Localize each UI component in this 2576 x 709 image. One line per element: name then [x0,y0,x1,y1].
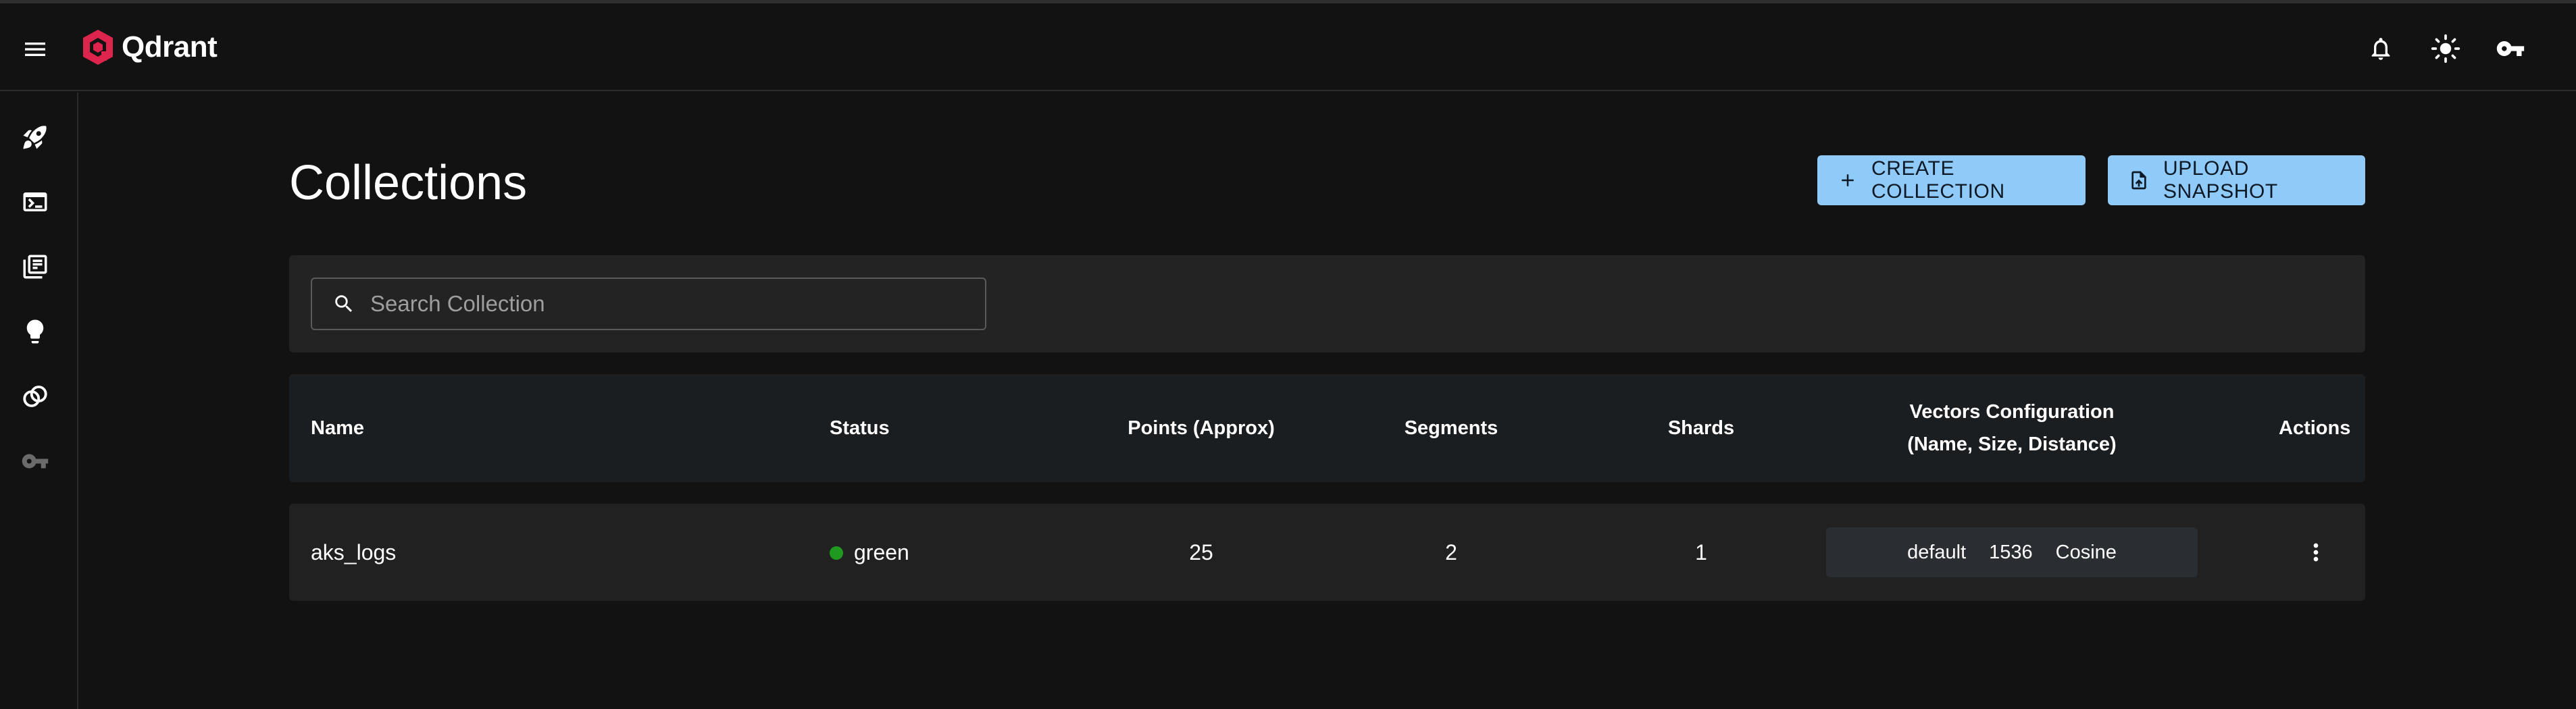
status-dot [830,546,843,560]
sidebar-item-collections[interactable] [14,245,57,288]
collection-name[interactable]: aks_logs [311,537,396,567]
row-actions-button[interactable] [2296,532,2336,573]
api-key-button[interactable] [2490,28,2531,69]
search-field[interactable] [311,278,986,330]
collection-points: 25 [1189,540,1213,564]
search-input[interactable] [369,290,963,317]
collection-segments: 2 [1445,540,1457,564]
sidebar-item-welcome[interactable] [14,115,57,159]
qdrant-logo[interactable]: Qdrant [81,26,218,68]
file-upload-icon [2128,169,2150,191]
sidebar-item-access-tokens[interactable] [14,440,57,483]
menu-button[interactable] [15,29,55,70]
column-header-actions: Actions [2279,417,2351,439]
rocket-icon [23,126,47,149]
search-panel [289,255,2365,352]
sidebar [0,93,78,709]
column-header-vectors-line2: (Name, Size, Distance) [1907,434,2117,455]
page-title: Collections [289,156,528,210]
table-header: Name Status Points (Approx) Segments Sha… [289,374,2365,482]
bell-icon [2371,38,2390,60]
column-header-name: Name [311,417,364,439]
hamburger-menu-icon [25,43,45,56]
upload-snapshot-button[interactable]: UPLOAD SNAPSHOT [2108,155,2365,205]
create-collection-button[interactable]: CREATE COLLECTION [1817,155,2086,205]
sidebar-item-console[interactable] [14,180,57,224]
column-header-vectors: Vectors Configuration (Name, Size, Dista… [1809,396,2215,461]
column-header-vectors-line1: Vectors Configuration [1909,401,2115,423]
qdrant-logo-icon [83,30,113,65]
column-header-points: Points (Approx) [1128,417,1275,439]
sidebar-item-datasets[interactable] [14,375,57,418]
upload-snapshot-label: UPLOAD SNAPSHOT [2163,157,2278,203]
rings-icon [23,386,47,407]
notifications-button[interactable] [2360,28,2401,69]
key-icon [22,454,49,469]
search-icon [332,292,355,315]
create-collection-label: CREATE COLLECTION [1871,157,2005,203]
more-vert-icon [2313,543,2319,562]
app-bar: Qdrant [0,3,2576,91]
table-row[interactable]: aks_logs green 25 2 1 default 1536 Cosin… [289,504,2365,601]
column-header-segments: Segments [1404,417,1498,439]
collection-shards: 1 [1695,540,1707,564]
lightbulb-icon [26,319,44,344]
key-icon [2496,41,2525,56]
sun-icon [2431,34,2460,63]
plus-icon [1838,170,1858,190]
status-text: green [854,540,909,564]
vector-name: default [1907,541,1967,563]
logo-text: Qdrant [122,30,218,63]
vector-config-chip: default 1536 Cosine [1826,527,2198,577]
theme-toggle-button[interactable] [2425,28,2466,69]
collection-status: green [830,537,909,567]
vector-size: 1536 [1989,541,2033,563]
sidebar-item-tutorial[interactable] [14,310,57,353]
terminal-icon [23,192,47,211]
vector-distance: Cosine [2055,541,2117,563]
column-header-status: Status [830,417,890,439]
collections-icon [23,255,47,279]
column-header-shards: Shards [1667,417,1735,439]
